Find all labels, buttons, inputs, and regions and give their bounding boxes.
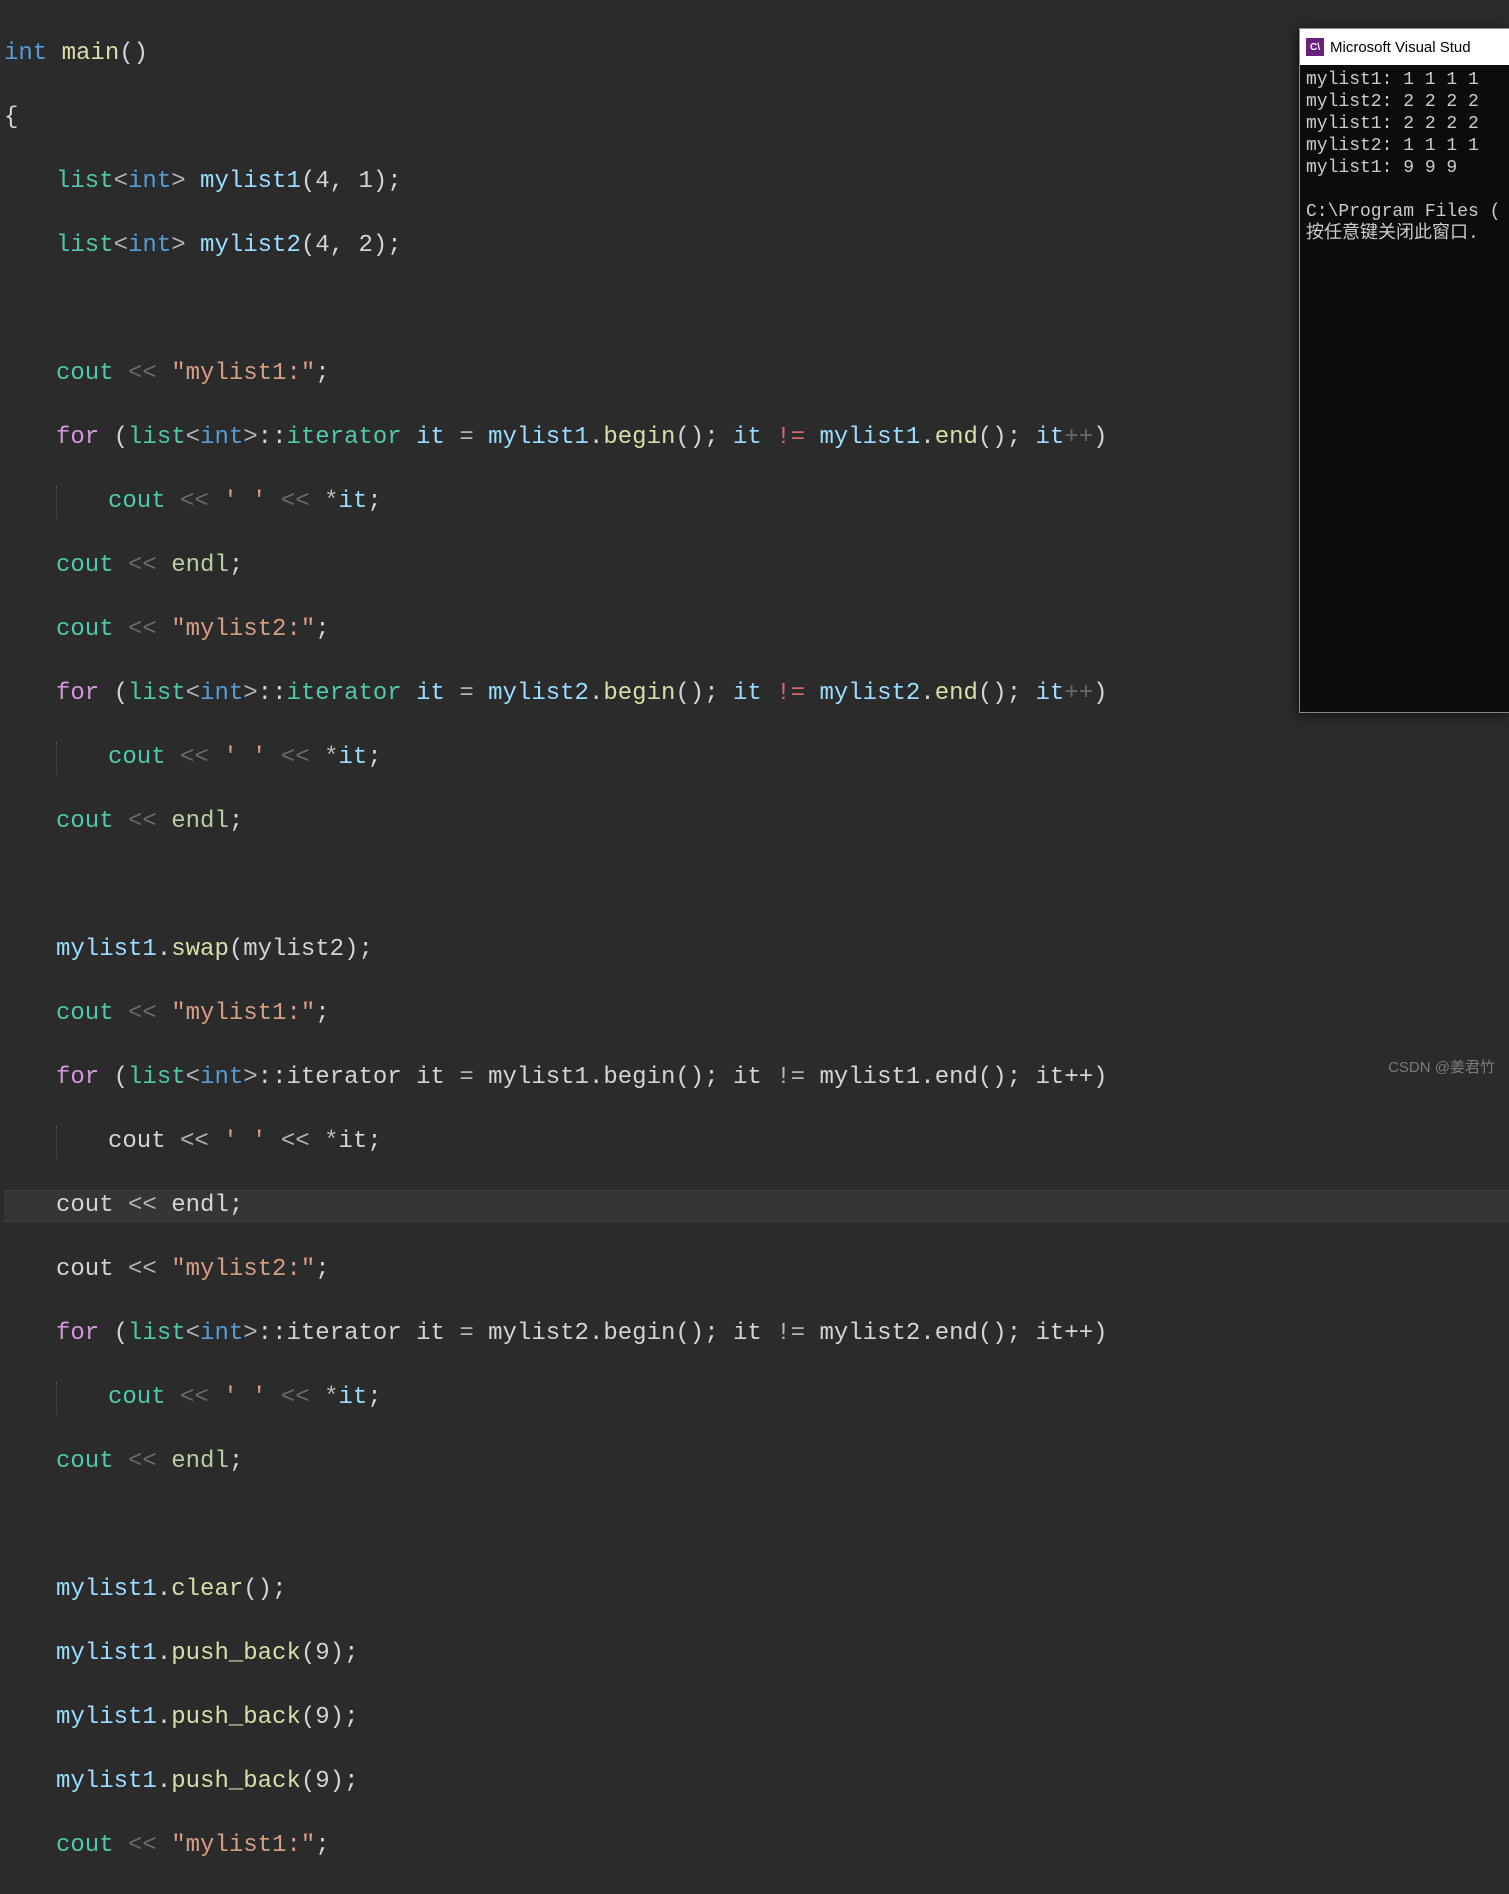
visual-studio-icon: C\ xyxy=(1306,38,1324,56)
code-line: cout << "mylist2:"; xyxy=(4,1254,1509,1286)
code-line: cout << endl; xyxy=(4,1446,1509,1478)
code-line xyxy=(4,870,1509,902)
code-line: for (list<int>::iterator it = mylist2.be… xyxy=(4,678,1509,710)
code-line: for (list<int>::iterator it = mylist1.be… xyxy=(4,1062,1509,1094)
code-line: mylist1.swap(mylist2); xyxy=(4,934,1509,966)
code-line: { xyxy=(4,102,1509,134)
code-editor[interactable]: int main() { list<int> mylist1(4, 1); li… xyxy=(0,0,1509,1083)
code-line: cout << endl; xyxy=(4,806,1509,838)
code-line: mylist1.push_back(9); xyxy=(4,1638,1509,1670)
code-line: for (list<int>::iterator it = mylist1.be… xyxy=(4,422,1509,454)
code-line: for (list<int>::iterator it = mylist2.be… xyxy=(4,1318,1509,1350)
code-line xyxy=(4,1510,1509,1542)
code-line: cout << ' ' << *it; xyxy=(4,742,1509,774)
code-line: mylist1.push_back(9); xyxy=(4,1766,1509,1798)
code-line: cout << "mylist1:"; xyxy=(4,998,1509,1030)
code-line: cout << ' ' << *it; xyxy=(4,1126,1509,1158)
code-line: int main() xyxy=(4,38,1509,70)
watermark: CSDN @姜君竹 xyxy=(1388,1056,1495,1077)
code-line: cout << ' ' << *it; xyxy=(4,486,1509,518)
console-window[interactable]: C\ Microsoft Visual Stud mylist1: 1 1 1 … xyxy=(1299,28,1509,713)
console-output: mylist1: 1 1 1 1 mylist2: 2 2 2 2 mylist… xyxy=(1300,65,1509,249)
code-line: cout << "mylist1:"; xyxy=(4,1830,1509,1862)
code-line: cout << "mylist1:"; xyxy=(4,358,1509,390)
console-titlebar[interactable]: C\ Microsoft Visual Stud xyxy=(1300,29,1509,65)
code-line: cout << endl; xyxy=(4,550,1509,582)
code-line: mylist1.push_back(9); xyxy=(4,1702,1509,1734)
code-line xyxy=(4,294,1509,326)
code-line-current: cout << endl; xyxy=(4,1190,1509,1222)
code-line: cout << "mylist2:"; xyxy=(4,614,1509,646)
code-line: list<int> mylist2(4, 2); xyxy=(4,230,1509,262)
code-line: cout << ' ' << *it; xyxy=(4,1382,1509,1414)
code-line: list<int> mylist1(4, 1); xyxy=(4,166,1509,198)
console-title: Microsoft Visual Stud xyxy=(1330,39,1471,56)
code-line: mylist1.clear(); xyxy=(4,1574,1509,1606)
